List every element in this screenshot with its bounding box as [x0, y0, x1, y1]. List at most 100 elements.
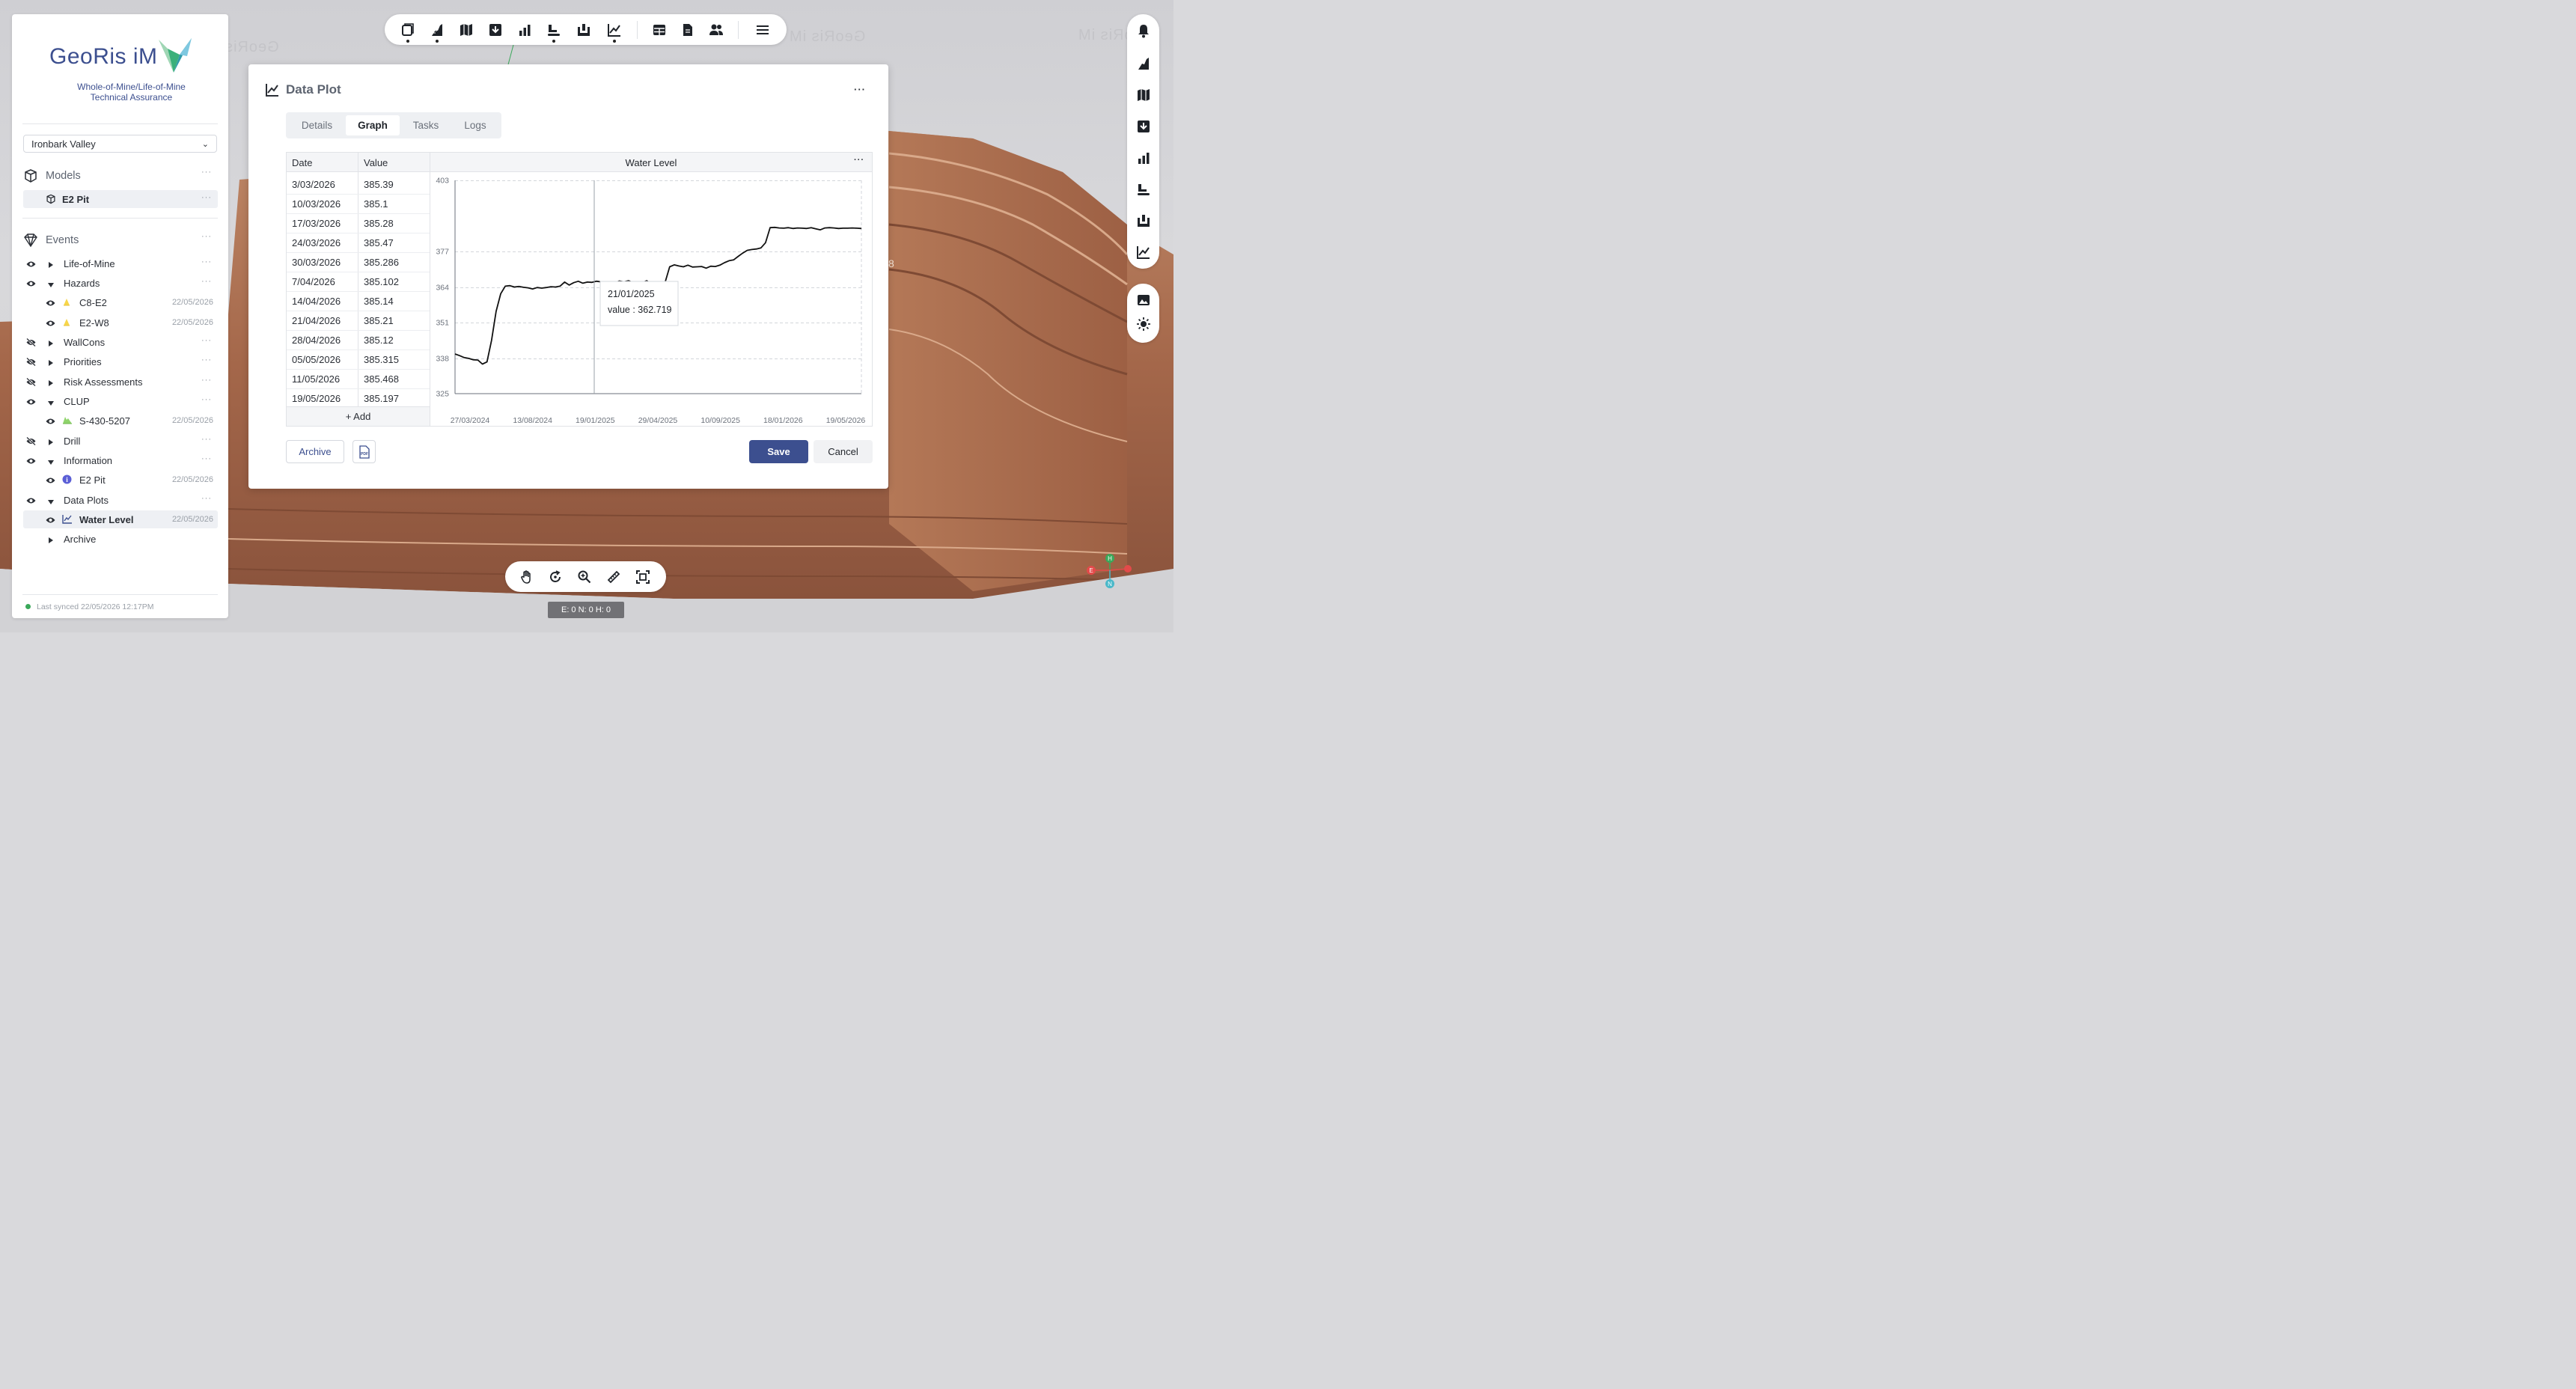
- layers-button[interactable]: [400, 22, 415, 43]
- eye-icon[interactable]: [26, 259, 36, 270]
- eye-off-icon[interactable]: [26, 338, 36, 349]
- event-group-drill[interactable]: Drill ···: [23, 432, 218, 450]
- line-chart-button[interactable]: [607, 22, 622, 43]
- eye-icon[interactable]: [46, 298, 55, 309]
- event-group-information[interactable]: Information ···: [23, 451, 218, 469]
- mine-button[interactable]: [576, 22, 591, 37]
- model-item-e2-pit[interactable]: E2 Pit ···: [23, 190, 218, 208]
- event-group-priorities[interactable]: Priorities ···: [23, 352, 218, 370]
- measure-button[interactable]: [606, 570, 621, 584]
- event-item-e2-w8[interactable]: E2-W8 22/05/2026: [23, 314, 218, 332]
- lighting-button[interactable]: [1136, 317, 1151, 332]
- event-group-archive[interactable]: Archive: [23, 530, 218, 548]
- water-level-chart[interactable]: 403 377 364 351 338 325 27/03/2024 13/08/2024 19…: [430, 171, 872, 426]
- drill-rig-button[interactable]: [546, 22, 561, 43]
- map-button[interactable]: [1136, 88, 1151, 103]
- axis-gizmo[interactable]: H E N: [1085, 552, 1133, 590]
- table-row[interactable]: 10/03/2026 385.1: [287, 194, 430, 214]
- mine-button[interactable]: [1136, 213, 1151, 228]
- table-row[interactable]: 11/05/2026 385.468: [287, 369, 430, 389]
- add-row-button[interactable]: + Add: [287, 406, 430, 426]
- download-button[interactable]: [1136, 119, 1151, 134]
- more-icon[interactable]: ···: [201, 257, 212, 266]
- notifications-button[interactable]: [1136, 23, 1151, 38]
- wall-button[interactable]: [430, 22, 445, 43]
- more-icon[interactable]: ···: [201, 336, 212, 345]
- caret-down-icon[interactable]: [47, 457, 55, 468]
- more-icon[interactable]: ···: [201, 435, 212, 444]
- bar-chart-button[interactable]: [517, 22, 532, 37]
- table-row[interactable]: 19/05/2026 385.197: [287, 388, 430, 409]
- more-icon[interactable]: ···: [201, 395, 212, 404]
- caret-right-icon[interactable]: [48, 260, 54, 271]
- eye-icon[interactable]: [26, 397, 36, 408]
- more-icon[interactable]: ···: [201, 355, 212, 364]
- menu-button[interactable]: [755, 22, 770, 37]
- caret-down-icon[interactable]: [47, 279, 55, 290]
- pdf-export-button[interactable]: PDF: [352, 440, 376, 463]
- event-item-c8-e2[interactable]: C8-E2 22/05/2026: [23, 293, 218, 311]
- more-icon[interactable]: ···: [201, 376, 212, 385]
- event-group-clup[interactable]: CLUP ···: [23, 392, 218, 410]
- eye-icon[interactable]: [26, 495, 36, 507]
- line-chart-button[interactable]: [1136, 245, 1151, 260]
- more-icon[interactable]: ···: [201, 454, 212, 463]
- models-section-header[interactable]: Models ···: [23, 166, 218, 184]
- tab-tasks[interactable]: Tasks: [400, 115, 451, 135]
- event-group-data-plots[interactable]: Data Plots ···: [23, 491, 218, 509]
- save-button[interactable]: Save: [749, 440, 808, 463]
- more-icon[interactable]: ···: [201, 277, 212, 286]
- eye-off-icon[interactable]: [26, 436, 36, 448]
- eye-off-icon[interactable]: [26, 377, 36, 388]
- eye-icon[interactable]: [46, 416, 55, 427]
- wall-button[interactable]: [1136, 56, 1151, 71]
- table-row[interactable]: 30/03/2026 385.286: [287, 252, 430, 272]
- event-item-s-430-5207[interactable]: S-430-5207 22/05/2026: [23, 412, 218, 430]
- table-button[interactable]: [652, 22, 667, 37]
- table-row[interactable]: 24/03/2026 385.47: [287, 233, 430, 253]
- caret-down-icon[interactable]: [47, 397, 55, 409]
- table-row[interactable]: 28/04/2026 385.12: [287, 330, 430, 350]
- eye-off-icon[interactable]: [26, 357, 36, 368]
- archive-button[interactable]: Archive: [286, 440, 344, 463]
- caret-right-icon[interactable]: [48, 338, 54, 349]
- cancel-button[interactable]: Cancel: [814, 440, 873, 463]
- users-button[interactable]: [709, 22, 724, 37]
- table-row[interactable]: 17/03/2026 385.28: [287, 213, 430, 233]
- fit-view-button[interactable]: [635, 570, 650, 584]
- tab-logs[interactable]: Logs: [452, 115, 498, 135]
- bar-chart-button[interactable]: [1136, 150, 1151, 165]
- tab-graph[interactable]: Graph: [346, 115, 400, 135]
- event-item-e2-pit[interactable]: i E2 Pit 22/05/2026: [23, 471, 218, 489]
- site-select[interactable]: Ironbark Valley ⌄: [23, 135, 217, 153]
- more-icon[interactable]: ···: [201, 494, 212, 503]
- event-group-life-of-mine[interactable]: Life-of-Mine ···: [23, 254, 218, 272]
- caret-right-icon[interactable]: [48, 437, 54, 448]
- rotate-button[interactable]: [548, 570, 563, 584]
- more-icon[interactable]: ···: [201, 168, 212, 177]
- caret-right-icon[interactable]: [48, 378, 54, 389]
- tab-details[interactable]: Details: [289, 115, 345, 135]
- caret-down-icon[interactable]: [47, 496, 55, 507]
- dialog-more-button[interactable]: ···: [854, 84, 866, 95]
- event-group-hazards[interactable]: Hazards ···: [23, 274, 218, 292]
- table-row[interactable]: 21/04/2026 385.21: [287, 311, 430, 331]
- events-section-header[interactable]: Events ···: [23, 231, 218, 248]
- map-button[interactable]: [459, 22, 474, 37]
- eye-icon[interactable]: [46, 318, 55, 329]
- chart-more-button[interactable]: ···: [854, 156, 864, 165]
- eye-icon[interactable]: [26, 456, 36, 467]
- drill-rig-button[interactable]: [1136, 182, 1151, 197]
- image-button[interactable]: [1136, 293, 1151, 308]
- caret-right-icon[interactable]: [48, 358, 54, 369]
- event-item-water-level[interactable]: Water Level 22/05/2026: [23, 510, 218, 528]
- download-button[interactable]: [488, 22, 503, 37]
- eye-icon[interactable]: [46, 515, 55, 526]
- eye-icon[interactable]: [26, 278, 36, 290]
- zoom-button[interactable]: [577, 570, 592, 584]
- more-icon[interactable]: ···: [201, 232, 212, 241]
- eye-icon[interactable]: [46, 475, 55, 486]
- pan-button[interactable]: [519, 570, 534, 584]
- table-row[interactable]: 3/03/2026 385.39: [287, 174, 430, 195]
- event-group-wallcons[interactable]: WallCons ···: [23, 333, 218, 351]
